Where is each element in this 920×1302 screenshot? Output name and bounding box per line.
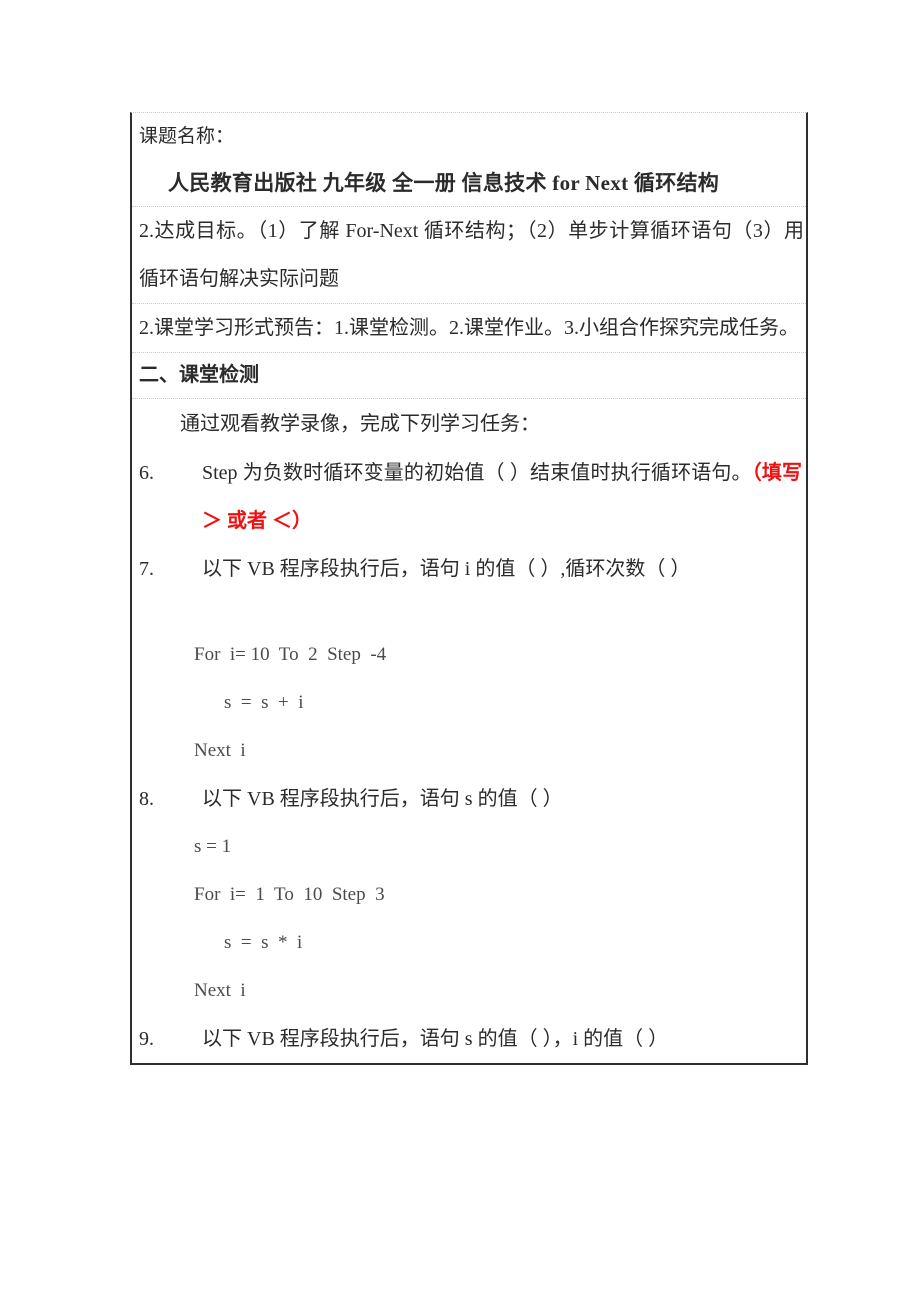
code-line-init: s = 1 <box>194 836 232 857</box>
class-format-text: 2.课堂学习形式预告：1.课堂检测。2.课堂作业。3.小组合作探究完成任务。 <box>139 317 799 339</box>
code-line: Next i <box>194 740 246 761</box>
question-item-6: 6. Step 为负数时循环变量的初始值（ ）结束值时执行循环语句。（填写 ＞ … <box>132 449 806 545</box>
code-line: Next i <box>194 980 246 1001</box>
code-line: For i= 1 To 10 Step 3 <box>194 884 385 905</box>
table-row-questions: 通过观看教学录像，完成下列学习任务： 6. Step 为负数时循环变量的初始值（… <box>132 399 806 1063</box>
code-line: s = s * i <box>224 932 303 953</box>
question-text: Step 为负数时循环变量的初始值（ ）结束值时执行循环语句。 <box>202 462 752 484</box>
objectives-text: 2.达成目标。（1）了解 For-Next 循环结构；（2）单步计算循环语句（3… <box>139 220 804 290</box>
table-row-section-heading: 二、课堂检测 <box>132 353 806 399</box>
table-row-class-format: 2.课堂学习形式预告：1.课堂检测。2.课堂作业。3.小组合作探究完成任务。 <box>132 304 806 353</box>
question-text: 以下 VB 程序段执行后，语句 i 的值（ ）,循环次数（ ） <box>202 558 691 580</box>
code-line: For i= 10 To 2 Step -4 <box>194 644 387 665</box>
subject-name-label: 课题名称： <box>139 126 235 147</box>
question-number: 6. <box>139 462 154 484</box>
table-row-header: 课题名称： 人民教育出版社 九年级 全一册 信息技术 for Next 循环结构 <box>132 113 806 207</box>
code-line: s = s + i <box>224 692 304 713</box>
table-row-objectives: 2.达成目标。（1）了解 For-Next 循环结构；（2）单步计算循环语句（3… <box>132 207 806 304</box>
page-title: 人民教育出版社 九年级 全一册 信息技术 for Next 循环结构 <box>168 171 720 195</box>
question-body: Step 为负数时循环变量的初始值（ ）结束值时执行循环语句。（填写 ＞ 或者 … <box>202 449 802 545</box>
question-number: 9. <box>139 1028 154 1050</box>
document-page: 课题名称： 人民教育出版社 九年级 全一册 信息技术 for Next 循环结构… <box>0 0 920 1302</box>
question-number: 8. <box>139 788 154 810</box>
question-item-9: 9. 以下 VB 程序段执行后，语句 s 的值（ ），i 的值（ ） <box>132 1015 806 1063</box>
section-heading: 二、课堂检测 <box>139 364 259 386</box>
question-item-7: 7. 以下 VB 程序段执行后，语句 i 的值（ ）,循环次数（ ） <box>132 545 806 593</box>
question-text: 以下 VB 程序段执行后，语句 s 的值（ ），i 的值（ ） <box>202 1028 669 1050</box>
question-number: 7. <box>139 558 154 580</box>
instruction-text: 通过观看教学录像，完成下列学习任务： <box>180 413 540 435</box>
worksheet-table: 课题名称： 人民教育出版社 九年级 全一册 信息技术 for Next 循环结构… <box>130 112 808 1065</box>
question-text: 以下 VB 程序段执行后，语句 s 的值（ ） <box>202 788 563 810</box>
question-item-8: 8. 以下 VB 程序段执行后，语句 s 的值（ ） <box>132 775 806 823</box>
